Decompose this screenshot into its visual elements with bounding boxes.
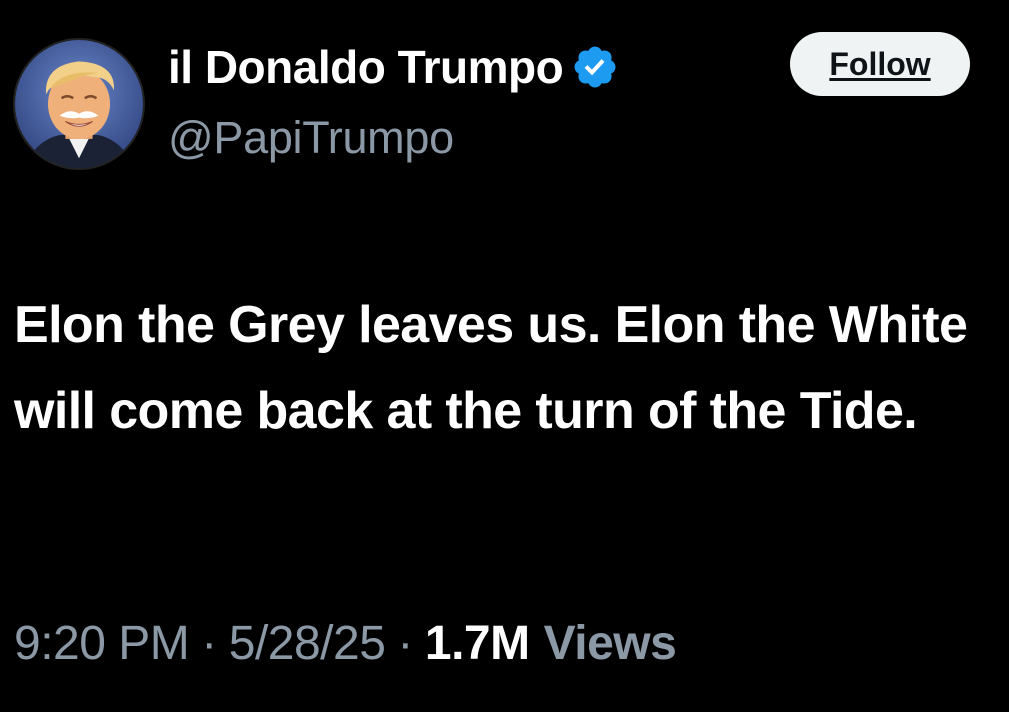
tweet-card: il Donaldo Trumpo @PapiTrumpo Follow Elo… bbox=[0, 0, 1009, 712]
tweet-date[interactable]: 5/28/25 bbox=[229, 616, 386, 671]
avatar-portrait-icon bbox=[15, 40, 143, 168]
display-name[interactable]: il Donaldo Trumpo bbox=[168, 40, 564, 94]
separator-dot: · bbox=[397, 616, 413, 670]
author-handle[interactable]: @PapiTrumpo bbox=[168, 112, 454, 164]
separator-dot: · bbox=[201, 616, 217, 670]
tweet-time[interactable]: 9:20 PM bbox=[14, 616, 190, 671]
views-label: Views bbox=[543, 616, 677, 670]
tweet-meta: 9:20 PM · 5/28/25 · 1.7M Views bbox=[14, 608, 677, 678]
views-count: 1.7M bbox=[424, 616, 530, 670]
verified-badge-icon[interactable] bbox=[571, 43, 619, 91]
author-name-row: il Donaldo Trumpo bbox=[168, 36, 619, 98]
tweet-text: Elon the Grey leaves us. Elon the White … bbox=[14, 296, 968, 440]
avatar[interactable] bbox=[13, 38, 145, 170]
follow-button[interactable]: Follow bbox=[790, 32, 970, 96]
